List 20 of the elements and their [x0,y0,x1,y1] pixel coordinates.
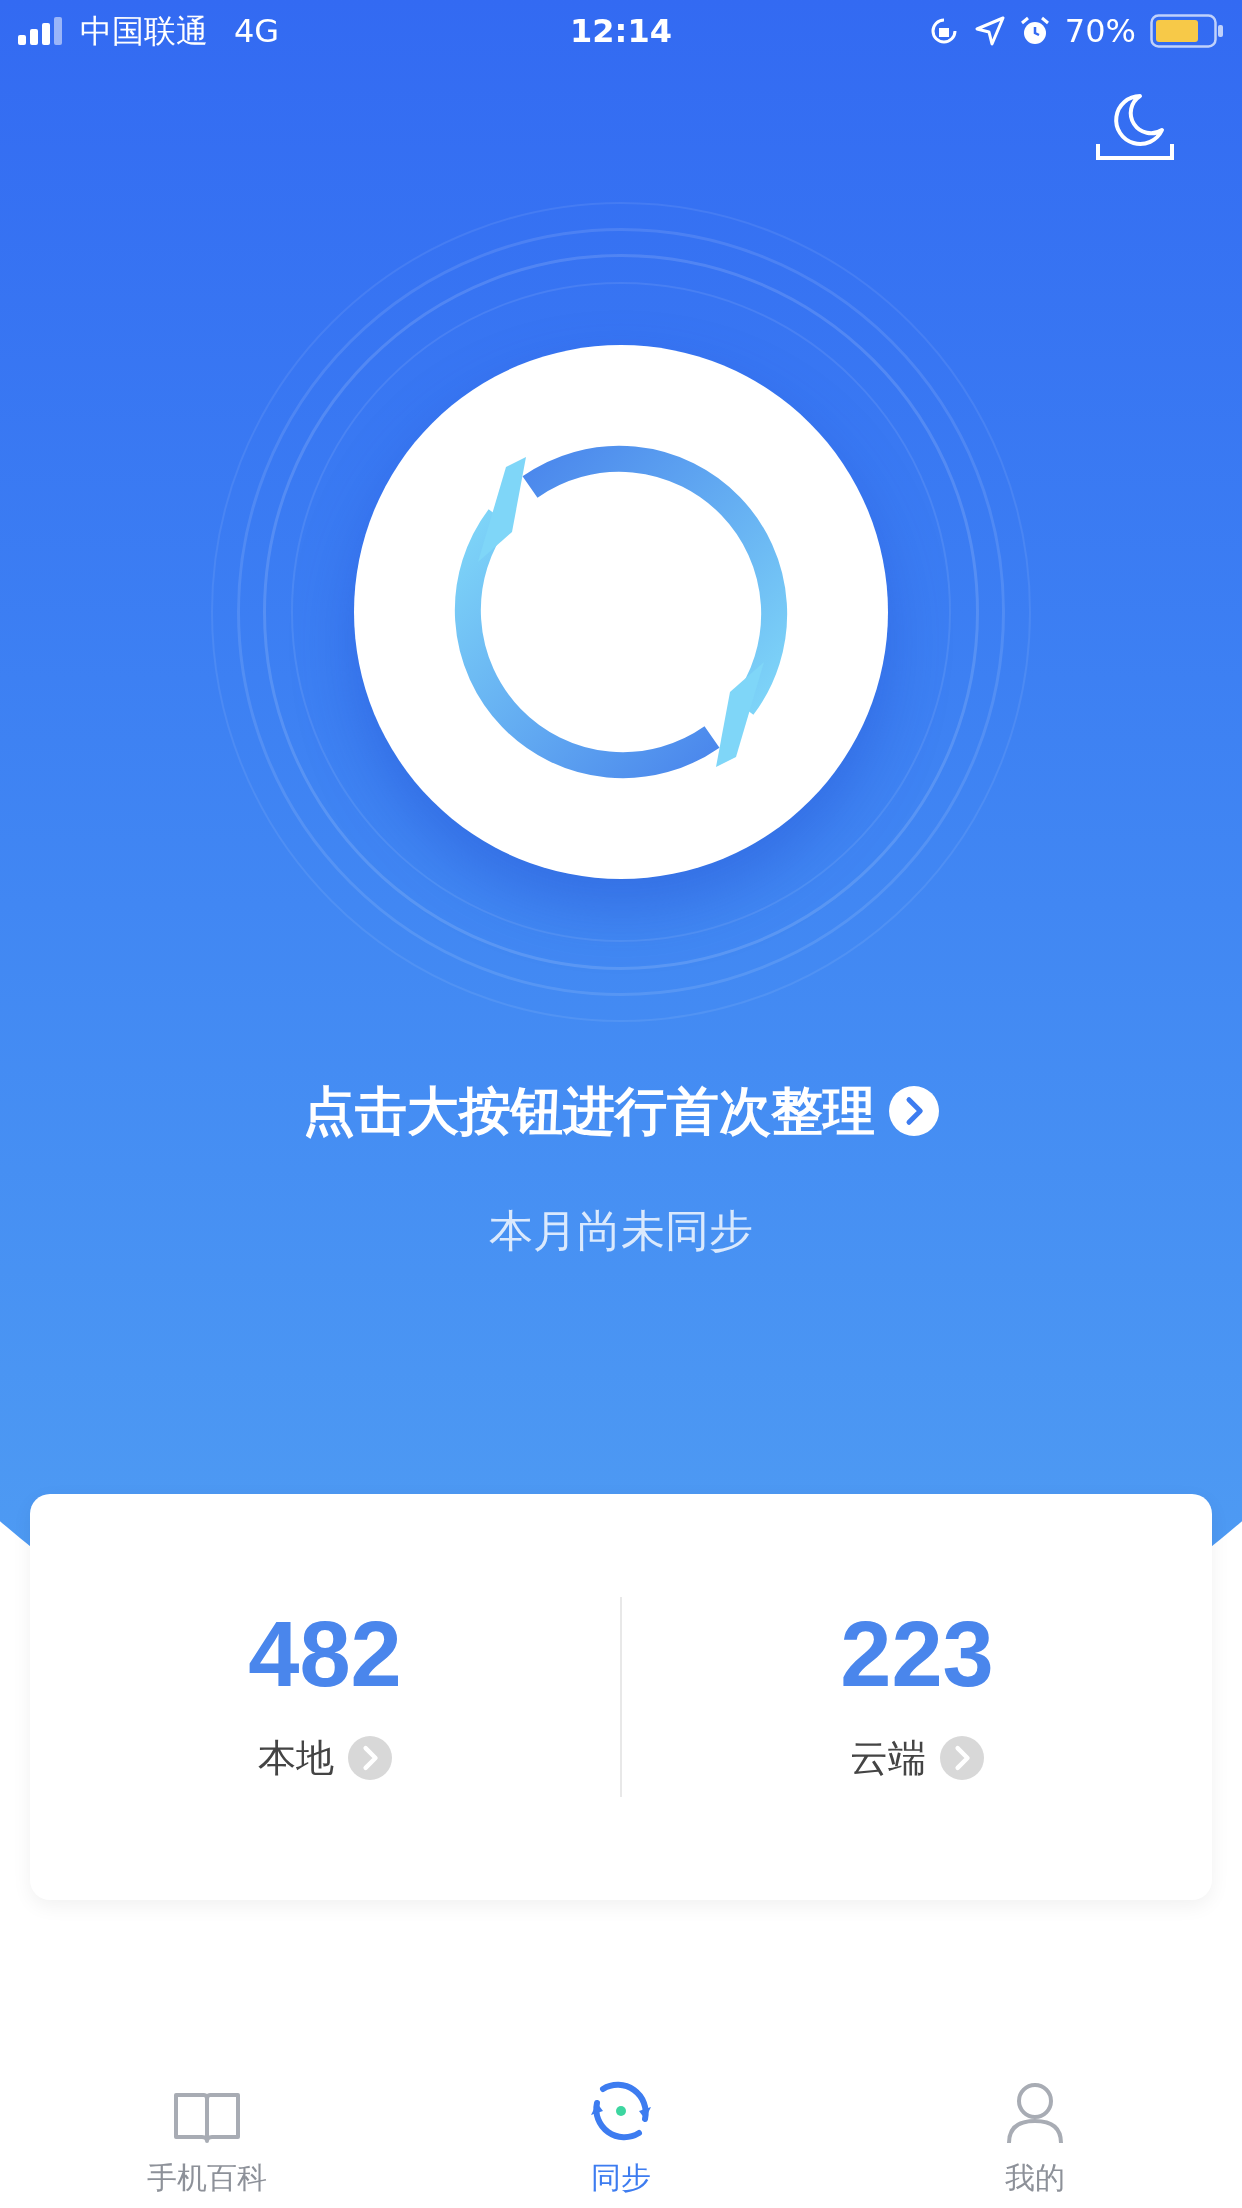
location-icon [974,16,1005,46]
battery-icon [1150,14,1224,48]
network-type: 4G [234,11,280,52]
chevron-icon [348,1736,392,1780]
tab-item[interactable]: 我的 [828,2058,1242,2200]
stat-value: 482 [248,1607,402,1700]
alarm-icon [1018,15,1051,47]
sync-status: 本月尚未同步 [489,1204,753,1258]
battery-percent: 70% [1064,11,1136,52]
stat-value: 223 [840,1607,994,1700]
person-icon [1005,2081,1065,2145]
chevron-icon [940,1736,984,1780]
chevron-icon [889,1086,939,1136]
tab-item[interactable]: 手机百科 [0,2058,414,2200]
sync-headline[interactable]: 点击大按钮进行首次整理 [303,1072,875,1150]
carrier-name: 中国联通 [80,11,208,52]
stat-label[interactable]: 本地 [258,1729,334,1787]
stat-label[interactable]: 云端 [850,1729,926,1787]
tab-item[interactable]: 同步 [414,2058,828,2200]
status-time: 12:14 [570,11,672,52]
